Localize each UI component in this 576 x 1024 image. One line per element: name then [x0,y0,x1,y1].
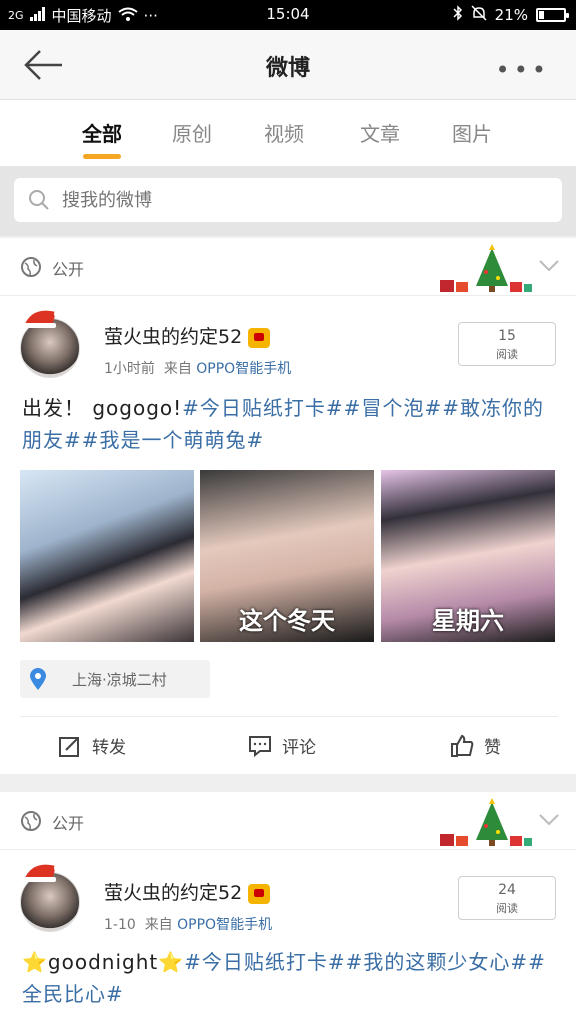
read-label: 阅读 [496,348,518,361]
battery-icon [536,8,569,22]
tab-article[interactable]: 文章 [360,118,400,147]
battery-level: 21% [494,6,528,24]
username[interactable]: 萤火虫的约定52 [104,322,271,349]
post-source[interactable]: OPPO智能手机 [177,917,272,933]
post-photo-1[interactable] [20,470,194,642]
post-text-plain: 出发！ gogogo! [22,396,183,420]
post-text-plain: ⭐goodnight⭐ [22,950,185,974]
post-card: 公开 萤火虫的约定52 1小时前 来自 OPPO智能手机 15 阅读 出发！ g… [0,238,576,774]
username[interactable]: 萤火虫的约定52 [104,878,271,905]
thumbs-up-icon [451,734,474,757]
bluetooth-icon [453,5,463,25]
comment-icon [249,735,271,757]
post-source[interactable]: OPPO智能手机 [196,361,291,377]
tab-video[interactable]: 视频 [264,118,304,147]
like-button[interactable]: 赞 [450,733,501,758]
location-text: 上海·凉城二村 [72,671,167,689]
post-text: ⭐goodnight⭐#今日贴纸打卡##我的这颗少女心##全民比心# [22,946,562,1010]
read-count-box: 24 阅读 [458,876,556,920]
page-title: 微博 [265,56,310,81]
clock: 15:04 [266,5,310,23]
location-pin-icon [28,667,48,691]
repost-icon [59,736,79,757]
privacy-label: 公开 [52,814,85,833]
repost-button[interactable]: 转发 [58,733,126,758]
globe-icon [20,810,42,832]
post-time: 1小时前 [104,361,155,377]
post-text: 出发！ gogogo!#今日贴纸打卡##冒个泡##敢冻你的朋友##我是一个萌萌兔… [22,392,562,456]
post-actions: 转发 评论 赞 [20,716,558,776]
repost-label: 转发 [92,738,126,758]
active-tab-indicator [83,154,121,159]
source-prefix: 来自 [163,361,192,377]
read-count: 15 [498,328,516,344]
post-time: 1-10 [104,917,136,933]
globe-icon [20,256,42,278]
christmas-tree-decoration [438,798,534,848]
crown-badge-icon [248,327,271,348]
top-nav-bar: 微博 ••• [0,30,576,100]
privacy-label: 公开 [52,260,85,279]
post-photo-2[interactable]: 这个冬天 [200,470,374,642]
read-label: 阅读 [496,902,518,915]
search-box[interactable] [14,178,562,222]
tab-original[interactable]: 原创 [172,118,212,147]
chevron-down-icon[interactable] [538,812,560,826]
post-meta: 1-10 来自 OPPO智能手机 [104,914,272,934]
source-prefix: 来自 [144,917,173,933]
like-label: 赞 [484,738,501,758]
comment-label: 评论 [282,738,316,758]
post-photo-3[interactable]: 星期六 [381,470,555,642]
santa-hat-decoration [22,860,62,882]
santa-hat-decoration [22,306,62,328]
post-meta: 1小时前 来自 OPPO智能手机 [104,358,291,378]
christmas-tree-decoration [438,244,534,294]
username-text: 萤火虫的约定52 [104,882,243,904]
tab-all[interactable]: 全部 [82,118,122,147]
read-count-box: 15 阅读 [458,322,556,366]
location-tag[interactable]: 上海·凉城二村 [20,660,210,698]
privacy-row: 公开 [0,238,576,296]
search-icon [28,189,50,211]
privacy-row: 公开 [0,792,576,850]
chevron-down-icon[interactable] [538,258,560,272]
username-text: 萤火虫的约定52 [104,326,243,348]
search-input[interactable] [62,186,542,214]
photo-caption: 星期六 [432,607,504,635]
status-bar: 2G 中国移动 ··· 15:04 21% [0,0,576,30]
tab-image[interactable]: 图片 [452,118,492,147]
more-options-icon[interactable]: ••• [496,56,550,84]
mute-icon [471,5,487,25]
read-count: 24 [498,882,516,898]
comment-button[interactable]: 评论 [248,733,316,758]
search-section [0,166,576,236]
crown-badge-icon [248,883,271,904]
photo-caption: 这个冬天 [239,607,335,635]
post-card: 公开 萤火虫的约定52 1-10 来自 OPPO智能手机 24 阅读 ⭐good… [0,792,576,1024]
